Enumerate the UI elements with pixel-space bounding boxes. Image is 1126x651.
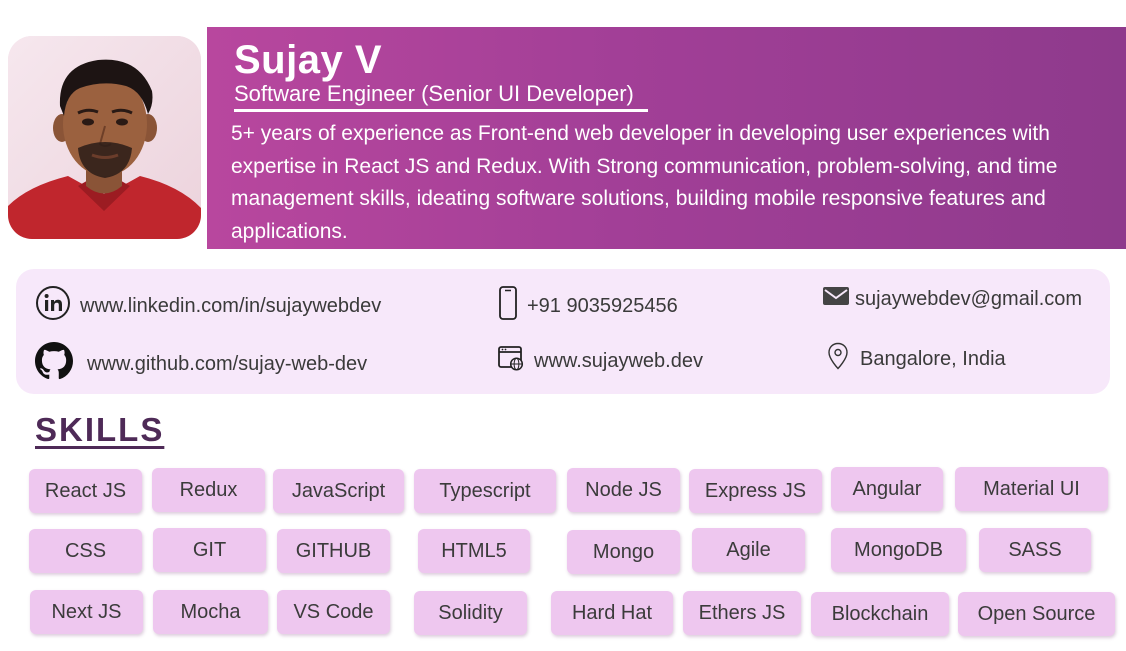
skill-chip: Material UI [955, 467, 1108, 511]
skill-chip: Agile [692, 528, 805, 572]
skill-chip: Hard Hat [551, 591, 673, 635]
contact-email[interactable]: sujaywebdev@gmail.com [822, 285, 1082, 313]
phone-icon [498, 286, 518, 326]
skill-chip: Express JS [689, 469, 822, 513]
skill-chip: Mocha [153, 590, 268, 634]
skill-chip: React JS [29, 469, 142, 513]
skill-chip: Node JS [567, 468, 680, 512]
skill-chip: GITHUB [277, 529, 390, 573]
contact-website[interactable]: www.sujayweb.dev [498, 345, 703, 377]
skill-chip: SASS [979, 528, 1091, 572]
skill-chip: JavaScript [273, 469, 404, 513]
skill-chip: MongoDB [831, 528, 966, 572]
email-address[interactable]: sujaywebdev@gmail.com [855, 288, 1082, 311]
linkedin-link[interactable]: www.linkedin.com/in/sujaywebdev [80, 295, 381, 318]
profile-role: Software Engineer (Senior UI Developer) [234, 80, 648, 112]
website-link[interactable]: www.sujayweb.dev [534, 350, 703, 373]
contact-github[interactable]: www.github.com/sujay-web-dev [35, 342, 367, 386]
skill-chip: Open Source [958, 592, 1115, 636]
skill-chip: GIT [153, 528, 266, 572]
skill-chip: Solidity [414, 591, 527, 635]
github-icon [35, 342, 73, 386]
skill-chip: CSS [29, 529, 142, 573]
profile-summary: 5+ years of experience as Front-end web … [231, 122, 1058, 244]
skill-chip: VS Code [277, 590, 390, 634]
github-link[interactable]: www.github.com/sujay-web-dev [87, 353, 367, 376]
contact-phone[interactable]: +91 9035925456 [498, 286, 678, 326]
phone-number[interactable]: +91 9035925456 [527, 295, 678, 318]
skill-chip: HTML5 [418, 529, 530, 573]
mail-icon [822, 285, 850, 313]
contact-panel: www.linkedin.com/in/sujaywebdev +91 9035… [16, 269, 1110, 394]
skill-chip: Blockchain [811, 592, 949, 636]
skill-chip: Next JS [30, 590, 143, 634]
browser-globe-icon [498, 345, 524, 377]
location-text: Bangalore, India [860, 347, 1006, 370]
skill-chip: Ethers JS [683, 591, 801, 635]
skill-chip: Angular [831, 467, 943, 511]
skill-chip: Typescript [414, 469, 556, 513]
location-pin-icon [827, 342, 849, 376]
contact-location: Bangalore, India [827, 342, 1006, 376]
profile-photo [8, 36, 201, 239]
skills-heading: SKILLS [35, 411, 165, 448]
header-banner: Sujay V Software Engineer (Senior UI Dev… [207, 27, 1126, 249]
profile-name: Sujay V [234, 38, 383, 82]
skill-chip: Redux [152, 468, 265, 512]
contact-linkedin[interactable]: www.linkedin.com/in/sujaywebdev [35, 285, 381, 327]
skill-chip: Mongo [567, 530, 680, 574]
linkedin-icon [35, 285, 71, 327]
